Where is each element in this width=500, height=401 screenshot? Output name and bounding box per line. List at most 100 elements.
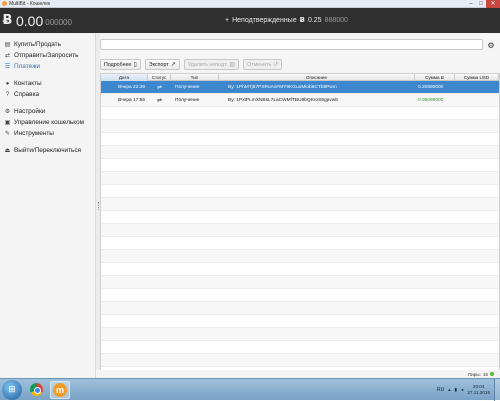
sidebar-item-label: Выйти/Переключиться — [14, 147, 82, 154]
multibit-app-icon — [2, 1, 7, 6]
empty-row — [101, 133, 499, 146]
empty-row — [101, 302, 499, 315]
search-input[interactable] — [100, 39, 483, 50]
undo-button[interactable]: Отменить ↺ — [243, 59, 283, 70]
cell-type: Получение — [175, 97, 200, 103]
empty-row — [101, 250, 499, 263]
plus-icon: + — [225, 16, 230, 24]
unconfirmed-label: Неподтвержденные — [232, 16, 297, 24]
balance-header: Ƀ 0.00 000000 + Неподтвержденные Ƀ 0.25 … — [0, 8, 500, 33]
sidebar-item-settings[interactable]: ⚙ Настройки — [0, 106, 95, 117]
empty-row — [101, 354, 499, 367]
cell-description: By: 1PxtPLmXNBsL7LaCWMfTBU9bQKroS9gpvw8 — [228, 97, 338, 103]
send-request-icon: ⇄ — [4, 53, 11, 59]
cell-date: Вчера 17:55 — [118, 97, 145, 103]
sidebar-item-exit[interactable]: ⏏ Выйти/Переключиться — [0, 145, 95, 156]
unconfirmed-fraction: 888000 — [324, 16, 348, 24]
close-icon[interactable]: ✕ — [486, 0, 500, 8]
empty-row — [101, 120, 499, 133]
sidebar-item-buy-sell[interactable]: ▤ Купить/Продать — [0, 39, 95, 50]
empty-row — [101, 328, 499, 341]
cell-amount: 0.05088000 — [418, 97, 444, 103]
empty-row — [101, 159, 499, 172]
status-confirmed-icon: ⇌ — [156, 97, 163, 104]
minimize-icon[interactable]: – — [466, 0, 476, 8]
delete-unconfirmed-button[interactable]: Удалить неподт. ▥ — [183, 59, 240, 70]
multibit-icon: m — [53, 382, 67, 397]
empty-row — [101, 107, 499, 120]
sidebar-item-label: Платежи — [14, 63, 40, 70]
payments-panel: ⚙ Подробнее ▯ Экспорт ↗ Удалить неподт. … — [100, 33, 500, 378]
undo-label: Отменить — [247, 61, 272, 68]
peers-count: 16 — [482, 371, 488, 377]
peers-label: Пиры: — [467, 371, 481, 377]
sidebar-item-manage-wallet[interactable]: ▣ Управление кошельком — [0, 117, 95, 128]
cell-type: Получение — [175, 84, 200, 90]
user-icon: ● — [5, 80, 10, 87]
language-indicator[interactable]: RU — [437, 387, 444, 393]
gear-icon: ⚙ — [4, 109, 11, 115]
sidebar-item-label: Управление кошельком — [14, 119, 85, 126]
sidebar-item-label: Инструменты — [14, 130, 54, 137]
sidebar-item-label: Купить/Продать — [14, 41, 61, 48]
taskbar-chrome[interactable] — [26, 381, 46, 399]
show-desktop-button[interactable] — [494, 378, 500, 401]
bitcoin-icon: Ƀ — [2, 13, 13, 28]
sidebar-item-tools[interactable]: ✎ Инструменты — [0, 128, 95, 139]
network-icon[interactable]: ▮ — [455, 387, 458, 393]
balance-fraction: 000000 — [45, 18, 72, 27]
gear-icon[interactable]: ⚙ — [486, 40, 496, 50]
cell-amount-usd — [455, 94, 499, 107]
empty-row — [101, 198, 499, 211]
empty-row — [101, 315, 499, 328]
status-bar: Пиры: 16 — [96, 370, 500, 378]
sidebar-item-label: Настройки — [14, 108, 46, 115]
empty-row — [101, 185, 499, 198]
sidebar-item-help[interactable]: ? Справка — [0, 89, 95, 100]
trash-icon: ▥ — [229, 62, 236, 68]
empty-row — [101, 224, 499, 237]
details-label: Подробнее — [104, 61, 132, 68]
balance-amount: 0.00 — [16, 12, 44, 29]
payments-list-icon: ☰ — [4, 64, 11, 70]
table-row[interactable]: Вчера 22:39 ⇌ Получение By: 1PhMTj57PXRu… — [101, 81, 499, 94]
volume-icon[interactable]: ◂ — [461, 387, 463, 393]
maximize-icon[interactable]: □ — [476, 0, 486, 8]
empty-row — [101, 237, 499, 250]
empty-row — [101, 172, 499, 185]
empty-row — [101, 211, 499, 224]
clock-date: 27.11.2016 — [467, 389, 490, 395]
status-confirmed-icon: ⇌ — [156, 84, 163, 91]
payments-toolbar: Подробнее ▯ Экспорт ↗ Удалить неподт. ▥ … — [100, 59, 283, 70]
windows-taskbar: ⊞ m RU ▴ ▮ ◂ 20:04 27.11.2016 — [0, 378, 500, 401]
table-body: Вчера 22:39 ⇌ Получение By: 1PhMTj57PXRu… — [101, 81, 499, 377]
export-label: Экспорт — [148, 61, 169, 68]
empty-row — [101, 263, 499, 276]
delete-unconfirmed-label: Удалить неподт. — [187, 61, 228, 68]
details-button[interactable]: Подробнее ▯ — [100, 59, 141, 70]
table-row[interactable]: Вчера 17:55 ⇌ Получение By: 1PxtPLmXNBsL… — [101, 94, 499, 107]
window-controls: – □ ✕ — [466, 0, 500, 8]
undo-icon: ↺ — [273, 62, 279, 68]
unconfirmed-amount: 0.25 — [307, 16, 322, 24]
sidebar: ▤ Купить/Продать ⇄ Отправить/Запросить ☰… — [0, 33, 96, 378]
window-title: MultiBit - Кошелек — [9, 0, 51, 7]
cell-amount: 0.20680000 — [418, 84, 444, 90]
sidebar-item-label: Контакты — [14, 80, 42, 87]
sidebar-item-contacts[interactable]: ● Контакты — [0, 78, 95, 89]
export-button[interactable]: Экспорт ↗ — [144, 59, 180, 70]
payments-table: Дата Статус Тип Описание Сумма Ƀ Сумма U… — [100, 73, 500, 378]
connection-status-icon — [490, 372, 494, 376]
taskbar-multibit[interactable]: m — [50, 380, 70, 399]
amount-unit: Ƀ — [440, 75, 444, 80]
cell-amount-usd — [455, 81, 499, 94]
clock[interactable]: 20:04 27.11.2016 — [467, 384, 490, 396]
start-button[interactable]: ⊞ — [2, 379, 22, 400]
bank-icon: ▤ — [4, 42, 11, 48]
document-icon: ▯ — [133, 62, 137, 68]
sidebar-item-payments[interactable]: ☰ Платежи — [0, 61, 95, 72]
tray-arrow-icon[interactable]: ▴ — [448, 387, 450, 393]
bitcoin-small-icon: Ƀ — [299, 16, 305, 24]
empty-row — [101, 146, 499, 159]
sidebar-item-send-request[interactable]: ⇄ Отправить/Запросить — [0, 50, 95, 61]
